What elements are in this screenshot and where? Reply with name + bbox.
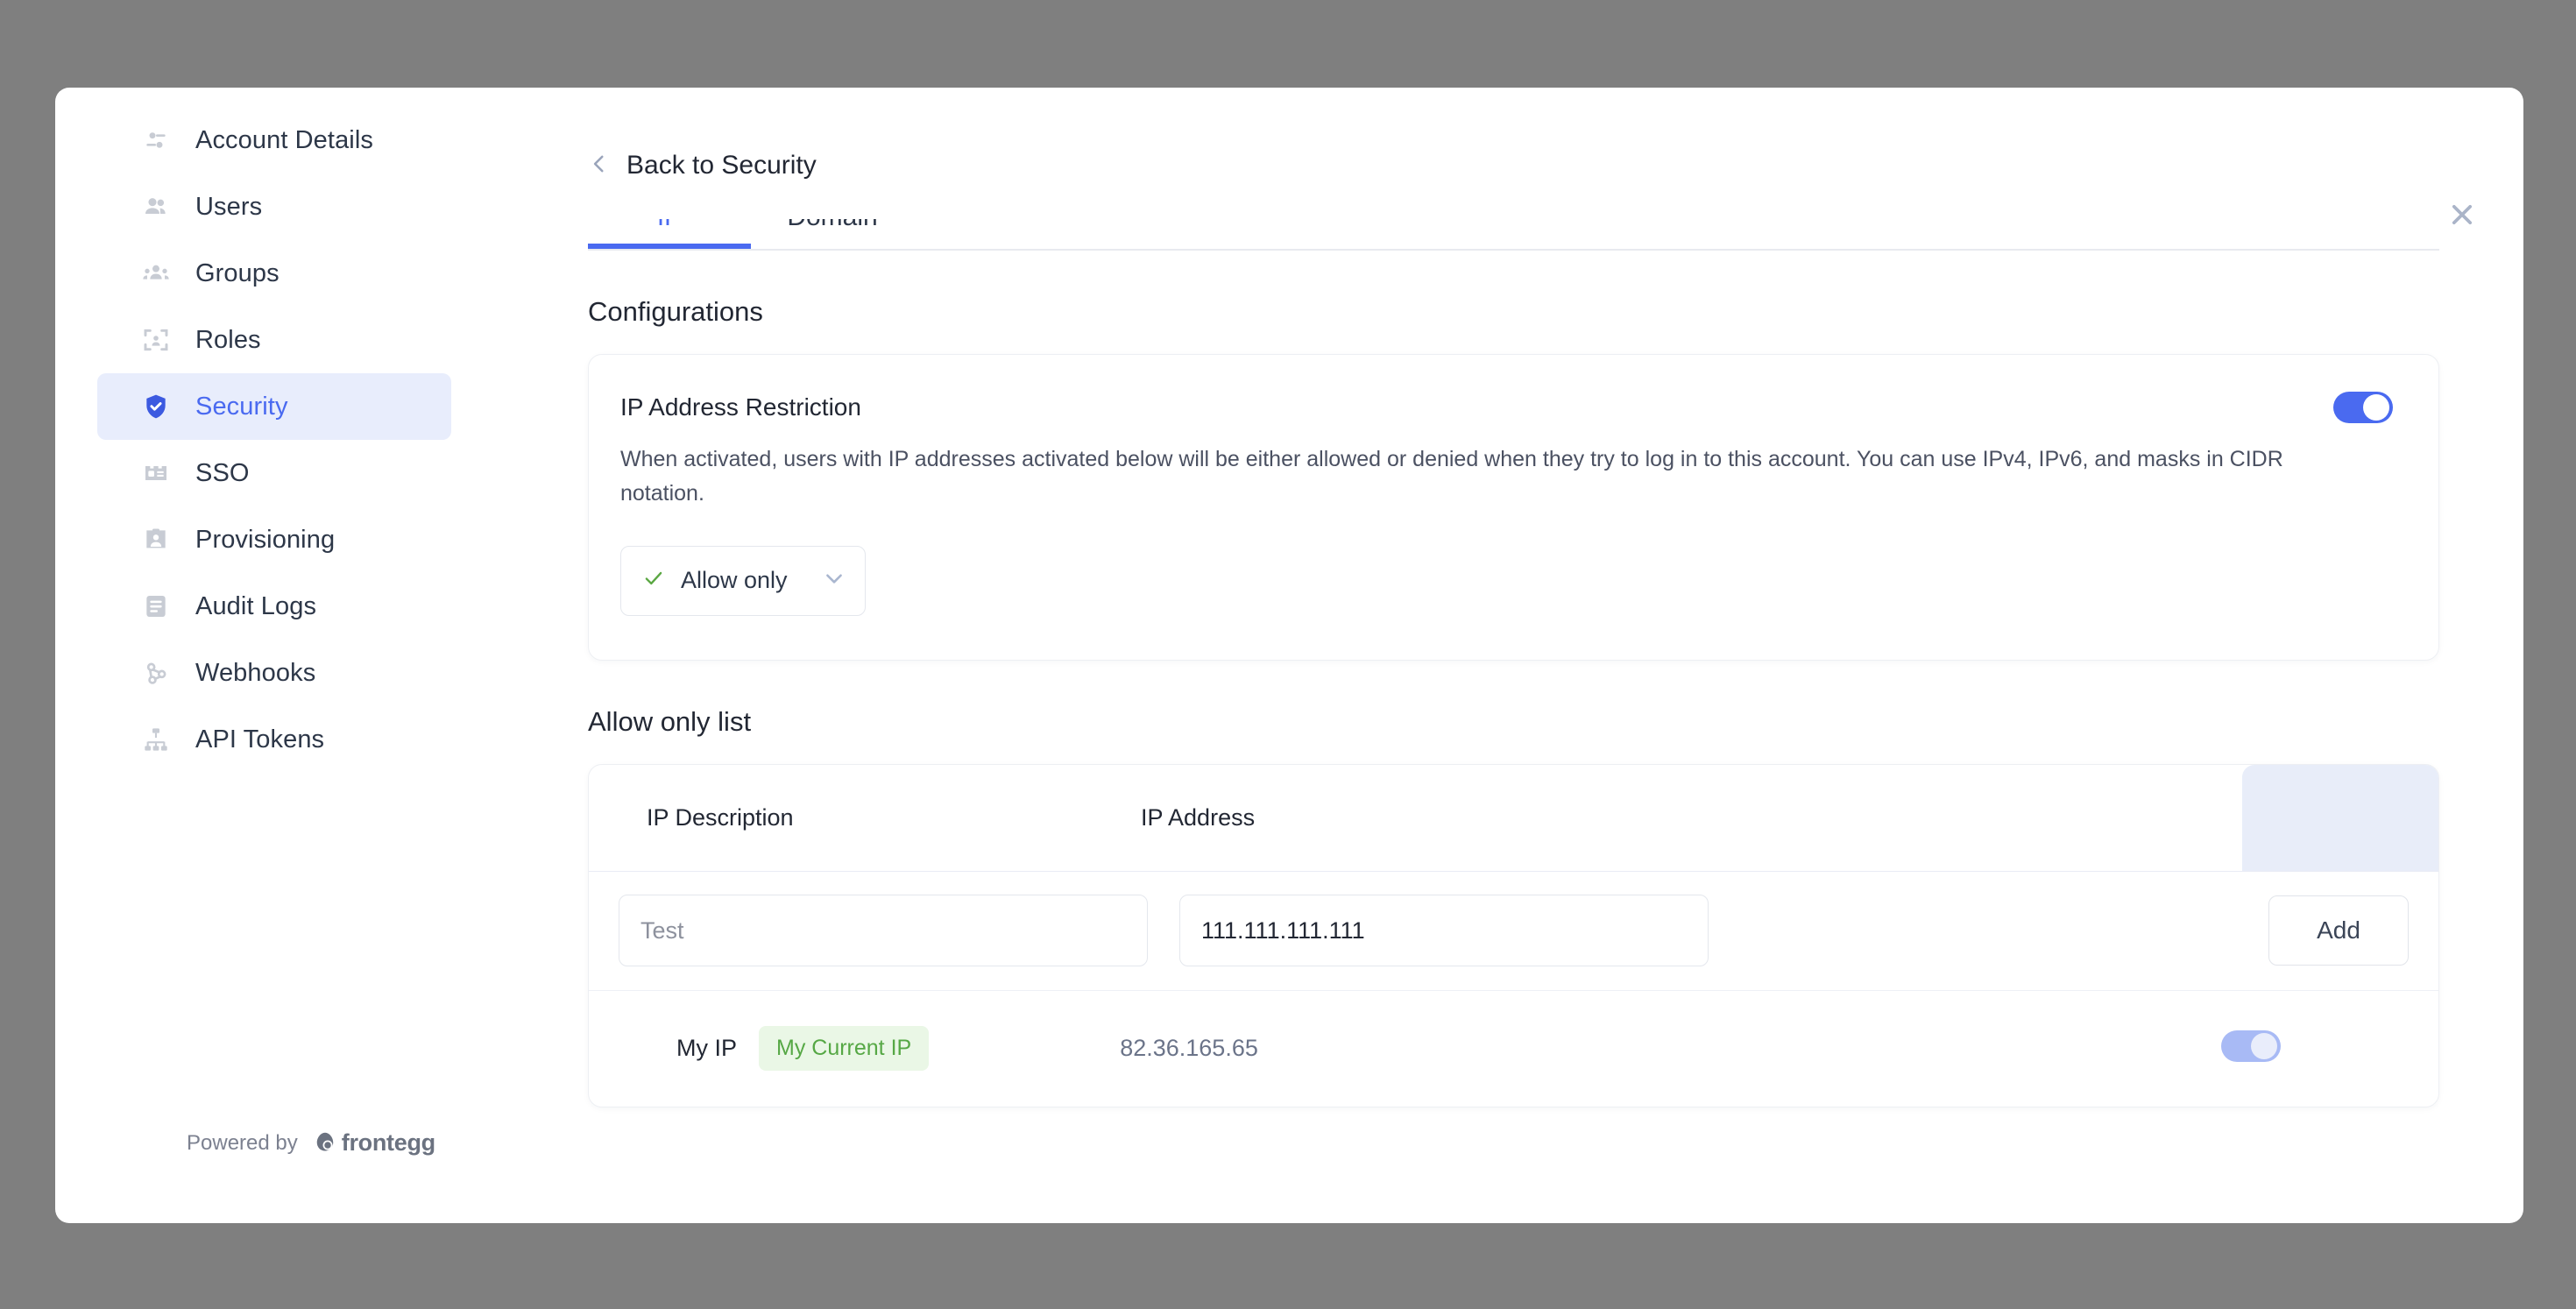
ip-description-field[interactable] (640, 916, 1126, 945)
column-header-ip-address: IP Address (1141, 803, 1256, 831)
sidebar-item-webhooks[interactable]: Webhooks (97, 640, 451, 706)
row-description: My IP (676, 1035, 738, 1061)
sliders-icon (141, 125, 171, 155)
ip-address-input[interactable] (1179, 895, 1709, 966)
chevron-left-icon (588, 152, 611, 180)
restriction-mode-value: Allow only (681, 567, 788, 593)
sidebar-item-users[interactable]: Users (97, 173, 451, 240)
sidebar-item-sso[interactable]: SSO (97, 440, 451, 506)
powered-by-label: Powered by (187, 1130, 298, 1155)
frontegg-logo: frontegg (312, 1129, 435, 1157)
allow-list-section-title: Allow only list (588, 705, 752, 737)
ip-restriction-description: When activated, users with IP addresses … (620, 447, 2283, 506)
sso-card-icon (141, 458, 171, 488)
sidebar-item-label: Account Details (195, 125, 373, 154)
tab-ip[interactable]: IP (588, 219, 751, 249)
ip-restriction-title: IP Address Restriction (620, 393, 861, 421)
sidebar-item-api-tokens[interactable]: API Tokens (97, 706, 451, 773)
sidebar-item-groups[interactable]: Groups (97, 240, 451, 307)
back-to-security-link[interactable]: Back to Security (588, 151, 817, 180)
restriction-mode-select[interactable]: Allow only (620, 545, 866, 616)
ip-address-field[interactable] (1201, 916, 1687, 945)
sidebar-item-label: SSO (195, 458, 250, 487)
audit-logs-icon (141, 591, 171, 621)
sidebar-item-label: Groups (195, 258, 280, 287)
sidebar-item-label: Audit Logs (195, 591, 317, 620)
sidebar-item-account-details[interactable]: Account Details (97, 107, 451, 173)
ip-restriction-toggle[interactable] (2333, 392, 2393, 428)
frontegg-egg-icon (316, 1132, 333, 1150)
powered-by-footer: Powered by frontegg (187, 1129, 435, 1157)
allow-list-table: IP Description IP Address Add My IP My C… (588, 763, 2439, 1107)
sidebar-item-security[interactable]: Security (97, 373, 451, 440)
ip-description-input[interactable] (619, 895, 1148, 966)
frontegg-wordmark: frontegg (341, 1129, 435, 1156)
sidebar: Account Details Users Groups Roles Secur… (55, 88, 504, 1223)
shield-check-icon (141, 392, 171, 421)
api-tokens-icon (141, 725, 171, 754)
table-header-row: IP Description IP Address (589, 764, 2438, 872)
check-icon (642, 567, 665, 594)
tab-label: Domain (787, 219, 877, 232)
sidebar-item-label: Provisioning (195, 525, 336, 554)
sidebar-item-audit-logs[interactable]: Audit Logs (97, 573, 451, 640)
add-button[interactable]: Add (2268, 895, 2409, 966)
tab-domain[interactable]: Domain (751, 219, 914, 249)
sidebar-item-label: Security (195, 392, 288, 421)
table-row: My IP My Current IP 82.36.165.65 (589, 991, 2438, 1107)
back-link-label: Back to Security (626, 151, 817, 180)
sidebar-item-label: Roles (195, 325, 261, 354)
sidebar-item-provisioning[interactable]: Provisioning (97, 506, 451, 573)
new-entry-row: Add (589, 872, 2438, 991)
column-header-description: IP Description (647, 803, 794, 831)
tab-label: IP (657, 219, 682, 232)
close-button[interactable] (2443, 197, 2481, 236)
column-header-action (2242, 764, 2438, 871)
sidebar-item-label: Webhooks (195, 658, 316, 687)
webhooks-icon (141, 658, 171, 688)
provisioning-icon (141, 525, 171, 555)
row-ip-address: 82.36.165.65 (1120, 1035, 1258, 1061)
settings-modal: Account Details Users Groups Roles Secur… (55, 88, 2523, 1223)
chevron-down-icon (823, 567, 846, 594)
ip-restriction-card: IP Address Restriction When activated, u… (588, 354, 2439, 661)
status-badge: My Current IP (759, 1026, 930, 1071)
sidebar-item-label: API Tokens (195, 725, 325, 754)
tab-bar: IP Domain (588, 219, 2439, 251)
sidebar-item-label: Users (195, 192, 263, 221)
roles-scan-icon (141, 325, 171, 355)
row-enabled-toggle[interactable] (2221, 1030, 2281, 1066)
close-icon (2447, 200, 2477, 234)
main-content: Back to Security IP Domain Configuration… (504, 88, 2523, 1223)
groups-icon (141, 258, 171, 288)
sidebar-item-roles[interactable]: Roles (97, 307, 451, 373)
configurations-section-title: Configurations (588, 296, 763, 327)
users-icon (141, 192, 171, 222)
